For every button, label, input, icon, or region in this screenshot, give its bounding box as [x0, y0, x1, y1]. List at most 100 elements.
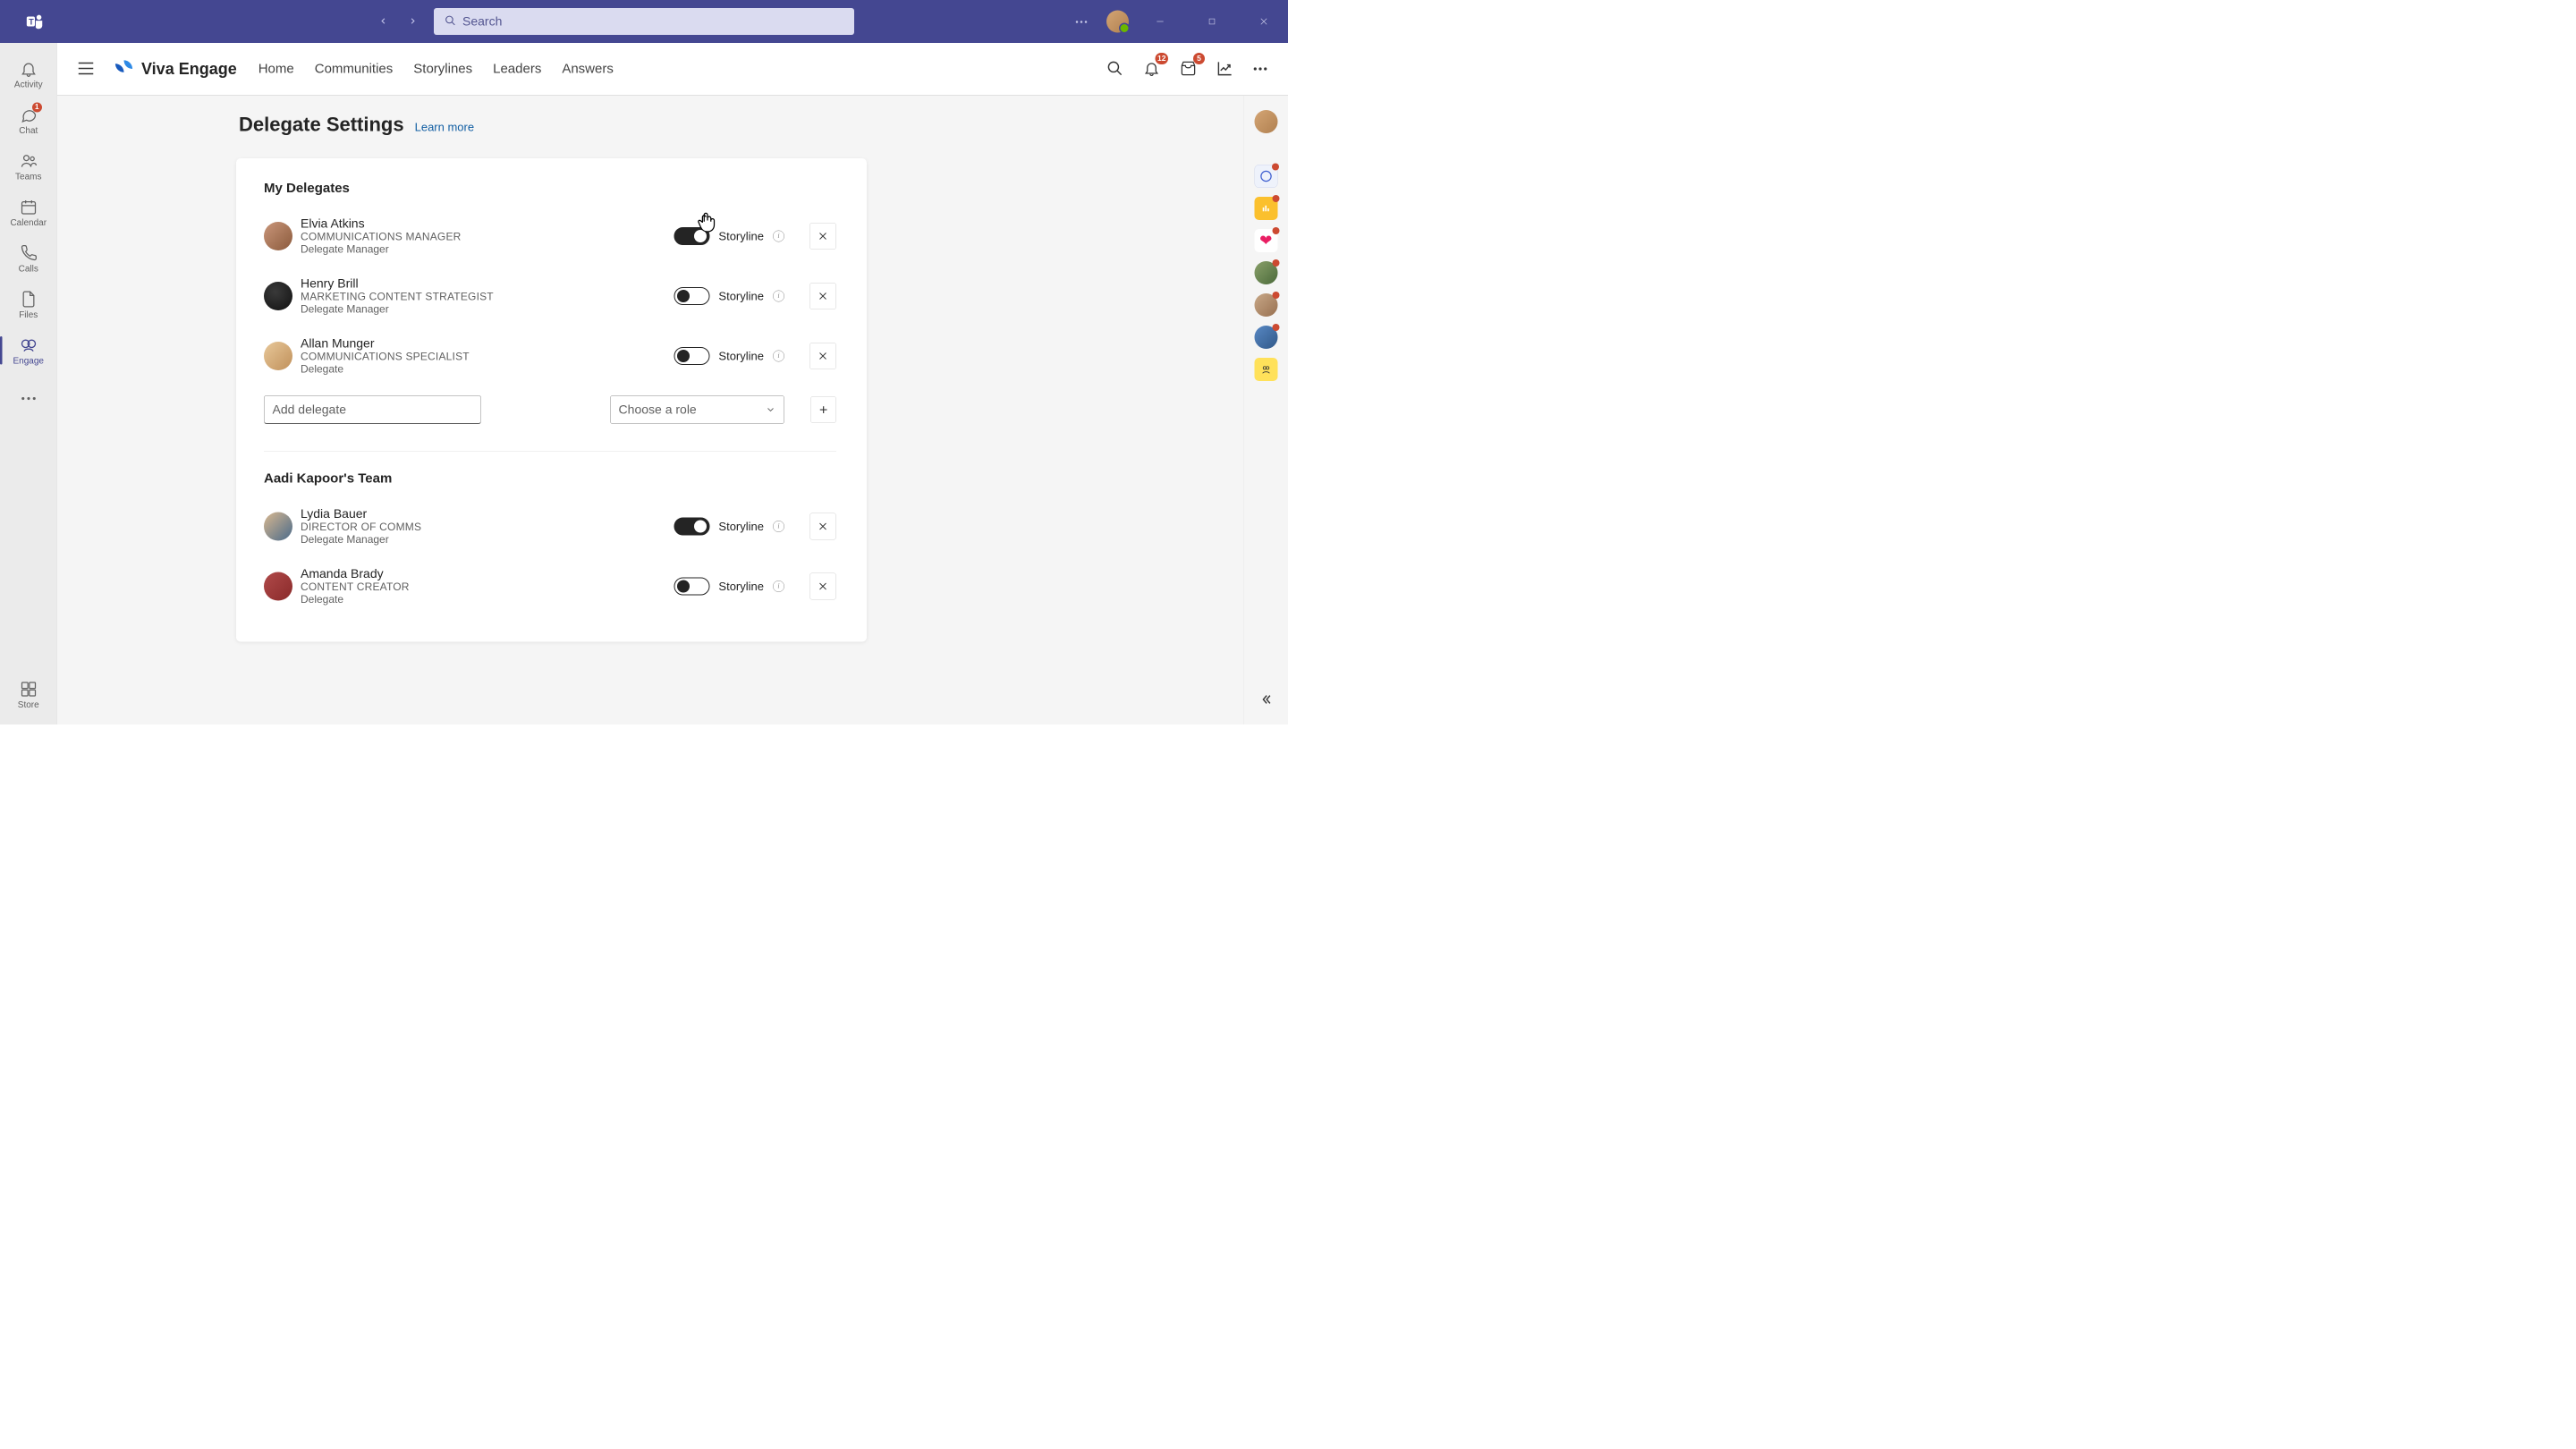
info-icon[interactable]: i [773, 291, 784, 302]
section-my-delegates-title: My Delegates [264, 181, 836, 196]
search-icon [445, 14, 456, 29]
content-scroll: Delegate Settings Learn more My Delegate… [57, 96, 1243, 724]
person-job-title: MARKETING CONTENT STRATEGIST [301, 291, 494, 303]
person-info: Henry Brill MARKETING CONTENT STRATEGIST… [301, 276, 494, 316]
nav-forward-button[interactable] [405, 13, 420, 30]
pinned-app[interactable] [1254, 358, 1277, 381]
store-icon [18, 679, 39, 700]
collapse-right-rail-button[interactable] [1254, 688, 1277, 711]
titlebar-user-avatar[interactable] [1106, 11, 1129, 33]
global-search-bar[interactable] [434, 8, 854, 35]
person-info: Lydia Bauer DIRECTOR OF COMMS Delegate M… [301, 507, 421, 547]
app-nav-tabs: Home Communities Storylines Leaders Answ… [258, 62, 614, 77]
rail-item-calendar[interactable]: Calendar [0, 191, 57, 235]
row-controls: Storyline i [674, 283, 836, 309]
titlebar-more-button[interactable] [1067, 13, 1096, 30]
rail-item-calls[interactable]: Calls [0, 236, 57, 281]
rail-item-engage[interactable]: Engage [0, 328, 57, 373]
pinned-avatar[interactable] [1254, 326, 1277, 349]
app-search-button[interactable] [1104, 57, 1126, 81]
titlebar: T [0, 0, 1288, 43]
info-icon[interactable]: i [773, 351, 784, 362]
person-avatar [264, 222, 292, 250]
storyline-toggle[interactable] [674, 578, 709, 596]
left-app-rail: Activity 1 Chat Teams Calendar Calls Fil… [0, 43, 57, 724]
window-close-button[interactable] [1243, 9, 1284, 34]
app-title-group: Viva Engage [114, 59, 237, 80]
teams-app-icon: T [25, 12, 45, 31]
app-header: Viva Engage Home Communities Storylines … [57, 43, 1288, 96]
rail-item-more[interactable] [0, 375, 57, 416]
content-area: Delegate Settings Learn more My Delegate… [57, 96, 1288, 724]
header-more-button[interactable] [1250, 63, 1270, 75]
remove-delegate-button[interactable] [809, 343, 836, 369]
nav-leaders[interactable]: Leaders [493, 62, 541, 77]
rail-item-activity[interactable]: Activity [0, 52, 57, 97]
delegate-settings-card: My Delegates Elvia Atkins COMMUNICATIONS… [236, 158, 867, 642]
titlebar-right-group [1067, 9, 1288, 34]
storyline-label: Storyline [718, 349, 764, 363]
pinned-app[interactable] [1254, 197, 1277, 220]
rail-item-store[interactable]: Store [0, 673, 57, 717]
storyline-toggle[interactable] [674, 227, 709, 245]
notifications-badge: 12 [1156, 53, 1168, 64]
person-name: Lydia Bauer [301, 507, 421, 521]
learn-more-link[interactable]: Learn more [415, 121, 474, 135]
engage-icon [18, 335, 39, 356]
row-controls: Storyline i [674, 343, 836, 369]
person-name: Henry Brill [301, 276, 494, 291]
add-delegate-button[interactable]: + [810, 396, 836, 423]
storyline-label: Storyline [718, 520, 764, 534]
remove-delegate-button[interactable] [809, 573, 836, 600]
nav-back-button[interactable] [376, 13, 391, 30]
person-info: Amanda Brady CONTENT CREATOR Delegate [301, 567, 410, 606]
rail-item-teams[interactable]: Teams [0, 144, 57, 189]
rail-label: Teams [15, 172, 41, 182]
storyline-toggle[interactable] [674, 287, 709, 305]
rail-item-files[interactable]: Files [0, 283, 57, 327]
info-icon[interactable]: i [773, 580, 784, 592]
calendar-icon [18, 197, 39, 218]
pinned-app[interactable]: ❤ [1254, 229, 1277, 252]
person-delegate-role: Delegate Manager [301, 243, 462, 256]
row-controls: Storyline i [674, 223, 836, 250]
add-delegate-input[interactable] [264, 395, 481, 424]
inbox-badge: 5 [1193, 53, 1205, 64]
nav-home[interactable]: Home [258, 62, 294, 77]
rail-item-chat[interactable]: 1 Chat [0, 98, 57, 143]
person-job-title: COMMUNICATIONS MANAGER [301, 231, 462, 243]
pinned-avatar[interactable] [1254, 261, 1277, 284]
pinned-avatar[interactable] [1254, 110, 1277, 133]
section-team-title: Aadi Kapoor's Team [264, 471, 836, 487]
choose-role-select[interactable]: Choose a role [610, 395, 784, 424]
storyline-toggle[interactable] [674, 347, 709, 365]
window-minimize-button[interactable] [1140, 9, 1181, 34]
nav-storylines[interactable]: Storylines [413, 62, 472, 77]
info-icon[interactable]: i [773, 521, 784, 532]
person-delegate-role: Delegate [301, 594, 410, 606]
window-maximize-button[interactable] [1191, 9, 1233, 34]
analytics-button[interactable] [1214, 57, 1236, 81]
nav-answers[interactable]: Answers [562, 62, 614, 77]
notifications-button[interactable]: 12 [1140, 57, 1163, 81]
hamburger-menu-button[interactable] [75, 58, 97, 80]
storyline-toggle[interactable] [674, 518, 709, 536]
person-name: Amanda Brady [301, 567, 410, 581]
delegate-row: Henry Brill MARKETING CONTENT STRATEGIST… [264, 272, 836, 320]
titlebar-nav-arrows [376, 13, 420, 30]
main-column: Viva Engage Home Communities Storylines … [57, 43, 1288, 724]
delegate-row: Elvia Atkins COMMUNICATIONS MANAGER Dele… [264, 212, 836, 260]
delegate-row: Lydia Bauer DIRECTOR OF COMMS Delegate M… [264, 503, 836, 551]
remove-delegate-button[interactable] [809, 223, 836, 250]
nav-communities[interactable]: Communities [315, 62, 394, 77]
remove-delegate-button[interactable] [809, 513, 836, 540]
pinned-avatar[interactable] [1254, 293, 1277, 317]
info-icon[interactable]: i [773, 231, 784, 242]
pinned-app[interactable] [1254, 165, 1277, 188]
chat-badge: 1 [32, 103, 42, 113]
remove-delegate-button[interactable] [809, 283, 836, 309]
search-input[interactable] [462, 14, 843, 29]
page-title: Delegate Settings [239, 114, 404, 136]
inbox-button[interactable]: 5 [1177, 57, 1199, 81]
rail-label: Files [19, 310, 38, 321]
